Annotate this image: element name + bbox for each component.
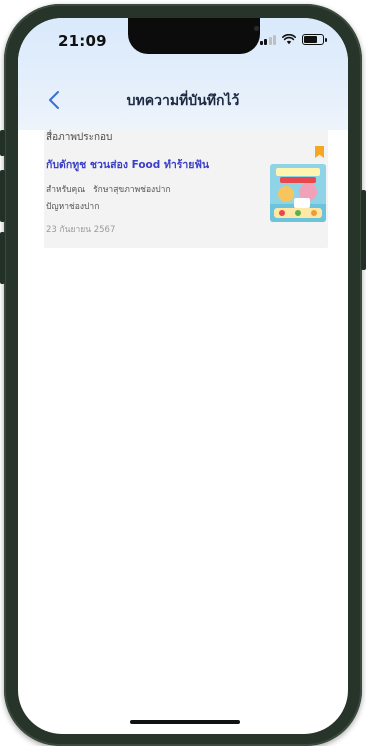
article-tags: สำหรับคุณ รักษาสุขภาพช่องปาก — [46, 182, 171, 196]
article-tag: ปัญหาช่องปาก — [46, 202, 100, 212]
article-category: สื่อภาพประกอบ — [46, 132, 113, 143]
home-indicator[interactable] — [130, 720, 240, 724]
status-time: 21:09 — [58, 32, 107, 50]
article-tag: รักษาสุขภาพช่องปาก — [93, 185, 171, 195]
saved-article-card[interactable]: สื่อภาพประกอบ กับดักทูช ชวนส่อง Food ทำร… — [44, 130, 328, 248]
app-screen: 21:09 บทความที่บันทึกไว้ สื่อภาพประกอบ ก… — [18, 18, 348, 734]
article-date: 23 กันยายน 2567 — [46, 225, 116, 235]
article-title[interactable]: กับดักทูช ชวนส่อง Food ทำร้ายฟัน — [46, 156, 209, 173]
wifi-icon — [282, 34, 296, 45]
nav-bar: บทความที่บันทึกไว้ — [18, 84, 348, 116]
camera-notch — [128, 18, 260, 54]
food-illustration-thumbnail — [270, 164, 326, 222]
cellular-signal-icon — [259, 34, 276, 45]
page-title: บทความที่บันทึกไว้ — [126, 93, 240, 109]
status-icons — [259, 34, 327, 45]
volume-up-button — [0, 170, 5, 222]
battery-icon — [302, 34, 327, 45]
article-thumbnail[interactable] — [270, 164, 326, 222]
article-tag: สำหรับคุณ — [46, 185, 86, 195]
volume-down-button — [0, 232, 5, 284]
mute-switch — [0, 130, 5, 156]
power-button — [361, 190, 366, 270]
front-camera-icon — [254, 26, 259, 31]
bookmark-icon[interactable] — [315, 146, 324, 158]
